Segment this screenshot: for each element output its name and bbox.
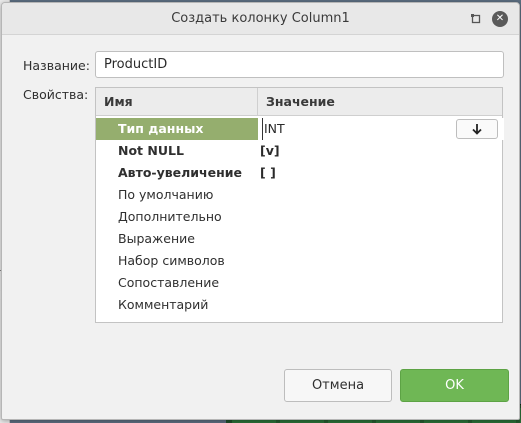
property-name: Выражение	[118, 231, 195, 246]
property-value[interactable]	[260, 206, 502, 228]
auto-increment-checkbox[interactable]: [ ]	[260, 162, 502, 184]
property-row-comment[interactable]: Комментарий	[96, 294, 502, 316]
property-name: Авто-увеличение	[118, 165, 242, 180]
close-button[interactable]: ✕	[490, 9, 510, 29]
title-bar[interactable]: Создать колонку Column1 ✕	[2, 3, 519, 35]
maximize-icon	[471, 14, 481, 24]
property-row-datatype[interactable]: Тип данных INT	[96, 118, 504, 140]
property-name: Сопоставление	[118, 275, 220, 290]
arrow-down-icon	[472, 124, 482, 135]
property-name: Тип данных	[96, 118, 258, 140]
grid-header: Имя Значение	[96, 88, 502, 116]
property-name: Комментарий	[118, 297, 209, 312]
column-header-name[interactable]: Имя	[96, 88, 258, 116]
property-name: По умолчанию	[118, 187, 214, 202]
property-row-expression[interactable]: Выражение	[96, 228, 502, 250]
property-value[interactable]	[260, 184, 502, 206]
property-row-collation[interactable]: Сопоставление	[96, 272, 502, 294]
datatype-value[interactable]: INT	[262, 118, 285, 140]
close-icon: ✕	[492, 11, 508, 27]
property-row-default[interactable]: По умолчанию	[96, 184, 502, 206]
datatype-combobox[interactable]: INT	[260, 118, 504, 140]
create-column-dialog: Создать колонку Column1 ✕ Название: Prod…	[1, 2, 520, 420]
property-value[interactable]	[260, 272, 502, 294]
column-header-value[interactable]: Значение	[258, 88, 502, 116]
property-row-not-null[interactable]: Not NULL [v]	[96, 140, 502, 162]
property-row-auto-increment[interactable]: Авто-увеличение [ ]	[96, 162, 502, 184]
cancel-button[interactable]: Отмена	[284, 369, 392, 402]
property-row-charset[interactable]: Набор символов	[96, 250, 502, 272]
property-row-extra[interactable]: Дополнительно	[96, 206, 502, 228]
property-name: Набор символов	[118, 253, 225, 268]
property-value[interactable]	[260, 228, 502, 250]
not-null-checkbox[interactable]: [v]	[260, 140, 502, 162]
ok-button[interactable]: OK	[400, 369, 509, 402]
property-name: Дополнительно	[118, 209, 222, 224]
maximize-button[interactable]	[466, 9, 486, 29]
property-name: Not NULL	[118, 143, 184, 158]
column-name-input[interactable]: ProductID	[95, 51, 504, 78]
properties-grid: Имя Значение Тип данных INT Not NULL [v]…	[95, 87, 504, 323]
name-label: Название:	[23, 58, 90, 73]
property-value[interactable]	[260, 250, 502, 272]
window-title: Создать колонку Column1	[171, 11, 350, 26]
property-value[interactable]	[260, 294, 502, 316]
properties-label: Свойства:	[23, 87, 89, 102]
datatype-dropdown-button[interactable]	[456, 119, 498, 139]
